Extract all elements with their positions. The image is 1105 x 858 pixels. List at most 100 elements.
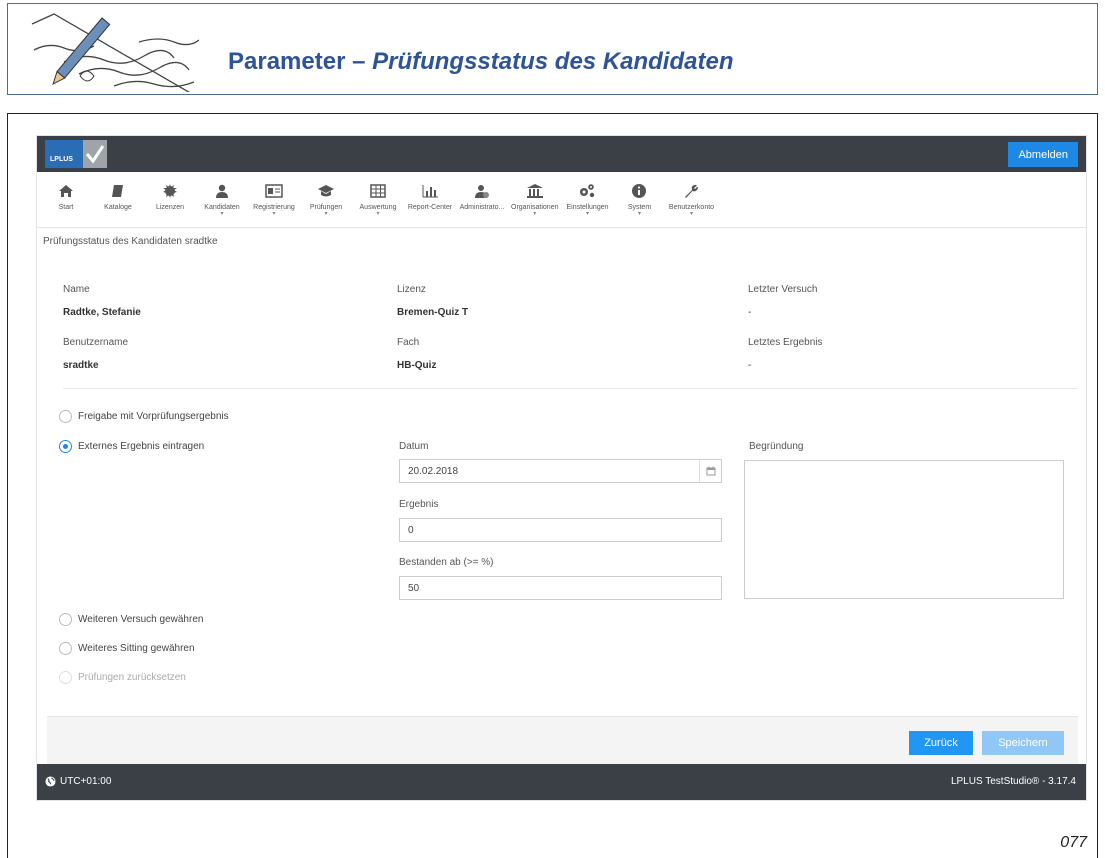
date-field[interactable]: 20.02.2018 <box>399 459 722 483</box>
another-sitting-radio[interactable] <box>59 642 72 655</box>
nav-item-benutzerkonto[interactable]: Benutzerkonto ▾ <box>668 172 714 227</box>
reason-textarea[interactable] <box>744 460 1064 599</box>
user-icon <box>214 180 230 202</box>
wrench-icon <box>683 180 699 202</box>
badge-icon <box>162 180 178 202</box>
username-label: Benutzername <box>63 337 129 348</box>
nav-item-kandidaten[interactable]: Kandidaten ▾ <box>199 172 245 227</box>
svg-text:LPLUS: LPLUS <box>50 156 73 163</box>
date-value: 20.02.2018 <box>408 466 459 477</box>
chevron-down-icon: ▾ <box>324 211 328 217</box>
page-number: 077 <box>1060 834 1087 851</box>
reason-label: Begründung <box>749 441 804 452</box>
document-title-main: Parameter – <box>228 48 373 75</box>
back-button[interactable]: Zurück <box>909 731 973 755</box>
id-card-icon <box>265 180 283 202</box>
home-icon <box>58 180 74 202</box>
chevron-down-icon: ▾ <box>220 211 224 217</box>
option-another-attempt[interactable]: Weiteren Versuch gewähren <box>59 613 203 626</box>
action-bar: Zurück Speichern <box>47 716 1078 764</box>
nav-label: Benutzerkonto <box>668 204 715 211</box>
chevron-down-icon: ▾ <box>637 211 641 217</box>
calendar-icon[interactable] <box>699 460 721 482</box>
nav-label: System <box>627 204 652 211</box>
nav-label: Kataloge <box>104 204 132 211</box>
name-label: Name <box>63 284 90 295</box>
logout-button[interactable]: Abmelden <box>1008 142 1078 167</box>
nav-item-kataloge[interactable]: Kataloge <box>95 172 141 227</box>
nav-item-einstellungen[interactable]: Einstellungen ▾ <box>564 172 610 227</box>
bar-chart-icon <box>421 180 439 202</box>
graduation-cap-icon <box>317 180 335 202</box>
breadcrumb: Prüfungsstatus des Kandidaten sradtke <box>43 236 218 247</box>
main-navigation: Start Kataloge Lizenzen Kandidaten ▾ Registri… <box>37 172 1086 228</box>
subject-value: HB-Quiz <box>397 360 437 371</box>
reset-exams-radio <box>59 671 72 684</box>
nav-label: Organisationen <box>511 204 559 211</box>
passed-from-label: Bestanden ab (>= %) <box>399 557 494 568</box>
document-title-italic: Prüfungsstatus des Kandidaten <box>372 48 734 75</box>
nav-label: Kandidaten <box>204 204 240 211</box>
document-header: Parameter – Prüfungsstatus des Kandidate… <box>7 3 1098 95</box>
gears-icon <box>578 180 596 202</box>
option-external[interactable]: Externes Ergebnis eintragen <box>59 440 204 453</box>
result-label: Ergebnis <box>399 499 439 510</box>
last-attempt-value: - <box>748 307 752 318</box>
date-label: Datum <box>399 441 429 452</box>
chevron-down-icon: ▾ <box>272 211 276 217</box>
admin-user-icon <box>474 180 490 202</box>
info-icon <box>631 180 647 202</box>
nav-item-prüfungen[interactable]: Prüfungen ▾ <box>303 172 349 227</box>
table-icon <box>370 180 386 202</box>
last-attempt-label: Letzter Versuch <box>748 284 818 295</box>
last-result-value: - <box>748 360 752 371</box>
passed-from-value: 50 <box>408 583 420 594</box>
section-divider <box>63 388 1077 389</box>
status-bar: UTC+01:00 LPLUS TestStudio® - 3.17.4 <box>37 764 1086 800</box>
nav-label: Registrierung <box>253 204 295 211</box>
nav-label: Start <box>58 204 74 211</box>
nav-item-registrierung[interactable]: Registrierung ▾ <box>251 172 297 227</box>
nav-item-auswertung[interactable]: Auswertung ▾ <box>355 172 401 227</box>
passed-from-field[interactable]: 50 <box>399 576 722 600</box>
external-radio[interactable] <box>59 440 72 453</box>
nav-item-lizenzen[interactable]: Lizenzen <box>147 172 193 227</box>
nav-item-organisationen[interactable]: Organisationen ▾ <box>511 172 558 227</box>
nav-item-system[interactable]: System ▾ <box>616 172 662 227</box>
version-text: LPLUS TestStudio® - 3.17.4 <box>950 776 1076 787</box>
license-label: Lizenz <box>397 284 426 295</box>
top-bar: LPLUS Abmelden <box>37 136 1086 172</box>
option-release[interactable]: Freigabe mit Vorprüfungsergebnis <box>59 410 229 423</box>
external-label: Externes Ergebnis eintragen <box>78 441 205 452</box>
chevron-down-icon: ▾ <box>689 211 693 217</box>
another-attempt-radio[interactable] <box>59 613 72 626</box>
license-value: Bremen-Quiz T <box>397 307 469 318</box>
save-button[interactable]: Speichern <box>982 731 1064 755</box>
nav-label: Einstellungen <box>566 204 609 211</box>
lplus-logo-icon[interactable]: LPLUS <box>45 140 107 168</box>
nav-item-report-center[interactable]: Report-Center <box>407 172 453 227</box>
another-sitting-label: Weiteres Sitting gewähren <box>78 643 195 654</box>
chevron-down-icon: ▾ <box>533 211 537 217</box>
release-label: Freigabe mit Vorprüfungsergebnis <box>78 411 229 422</box>
nav-label: Administrato... <box>459 204 505 211</box>
subject-label: Fach <box>397 337 420 348</box>
result-field[interactable]: 0 <box>399 518 722 542</box>
nav-label: Report-Center <box>407 204 453 211</box>
username-value: sradtke <box>63 360 99 371</box>
chevron-down-icon: ▾ <box>585 211 589 217</box>
nav-item-administrato[interactable]: Administrato... <box>459 172 505 227</box>
institution-icon <box>526 180 544 202</box>
app-window: LPLUS Abmelden Start Kataloge Lizenzen Kand… <box>36 135 1087 801</box>
name-value: Radtke, Stefanie <box>63 307 141 318</box>
option-another-sitting[interactable]: Weiteres Sitting gewähren <box>59 642 195 655</box>
timezone-text: UTC+01:00 <box>60 776 112 787</box>
nav-item-start[interactable]: Start <box>43 172 89 227</box>
another-attempt-label: Weiteren Versuch gewähren <box>78 614 204 625</box>
timezone-indicator: UTC+01:00 <box>45 776 111 787</box>
nav-label: Lizenzen <box>155 204 185 211</box>
result-value: 0 <box>408 525 414 536</box>
parameter-logo-icon <box>24 12 199 92</box>
book-icon <box>110 180 126 202</box>
release-radio[interactable] <box>59 410 72 423</box>
